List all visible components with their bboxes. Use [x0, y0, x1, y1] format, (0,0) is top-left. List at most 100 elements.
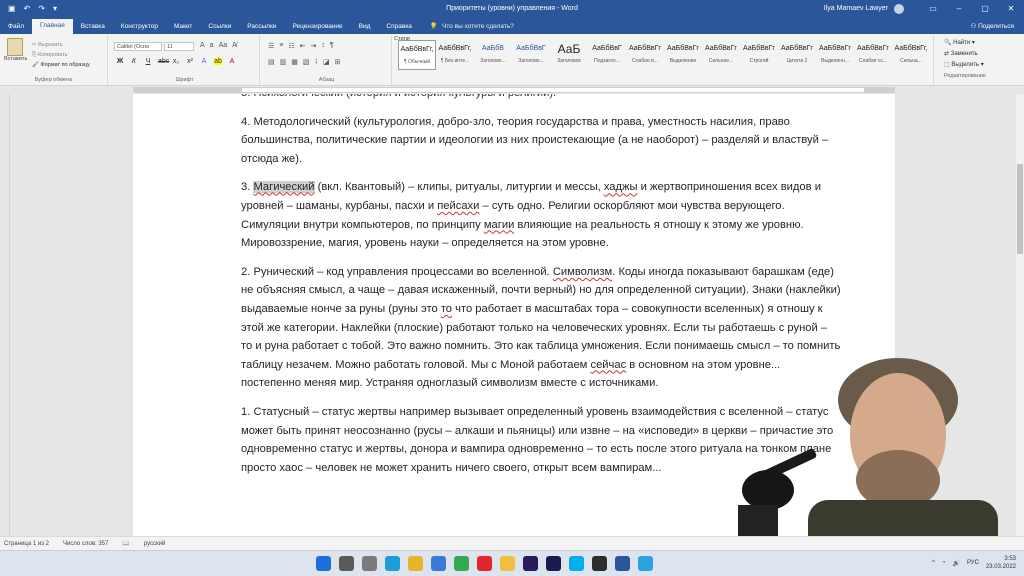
ribbon-display-icon[interactable]: ▭: [920, 4, 946, 13]
telegram-icon[interactable]: [638, 556, 653, 571]
undo-icon[interactable]: ↶: [24, 4, 31, 13]
align-left-icon[interactable]: ▤: [268, 58, 275, 66]
align-right-icon[interactable]: ▦: [291, 58, 298, 66]
page-count[interactable]: Страница 1 из 2: [4, 541, 49, 547]
save-icon[interactable]: ▣: [8, 4, 16, 13]
tab-mailings[interactable]: Рассылки: [239, 23, 284, 34]
style-7[interactable]: АаБбВвГг Выделение: [664, 40, 702, 70]
style-13[interactable]: АаБбВвГг, Сильна...: [892, 40, 930, 70]
opera-icon[interactable]: [477, 556, 492, 571]
style-6[interactable]: АаБбВвГг Слабое в...: [626, 40, 664, 70]
minimize-icon[interactable]: –: [946, 4, 972, 13]
style-4[interactable]: АаБ Заголовок: [550, 40, 588, 70]
tab-design[interactable]: Конструктор: [113, 23, 166, 34]
style-11[interactable]: АаБбВвГг Выделенн...: [816, 40, 854, 70]
tab-references[interactable]: Ссылки: [200, 23, 239, 34]
vertical-ruler[interactable]: [0, 94, 10, 536]
multilevel-list-icon[interactable]: ☷: [288, 42, 294, 50]
language[interactable]: русский: [144, 541, 166, 547]
media-encoder-icon[interactable]: [546, 556, 561, 571]
style-8[interactable]: АаБбВвГг Сильное...: [702, 40, 740, 70]
share-button[interactable]: ⚇ Поделиться: [970, 22, 1014, 30]
tell-me-search[interactable]: 💡 Что вы хотите сделать?: [420, 22, 514, 34]
underline-icon[interactable]: Ч: [144, 58, 152, 65]
line-spacing-icon[interactable]: ↨: [315, 58, 319, 66]
horizontal-ruler[interactable]: [0, 86, 1024, 94]
chrome-icon[interactable]: [454, 556, 469, 571]
borders-icon[interactable]: ⊞: [335, 58, 341, 66]
proofing-icon[interactable]: 📖: [122, 540, 129, 547]
tab-review[interactable]: Рецензирование: [284, 23, 350, 34]
font-color-icon[interactable]: A: [228, 58, 236, 65]
edge-icon[interactable]: [385, 556, 400, 571]
select-button[interactable]: ⬚ Выделить ▾: [944, 60, 986, 71]
tab-home[interactable]: Главная: [31, 19, 73, 34]
replace-button[interactable]: ⇄ Заменить: [944, 49, 986, 60]
pilcrow-icon[interactable]: ¶: [330, 42, 334, 50]
camera-icon[interactable]: [431, 556, 446, 571]
maximize-icon[interactable]: ▢: [972, 4, 998, 13]
change-case-icon[interactable]: Aa: [219, 42, 228, 49]
chevron-up-icon[interactable]: ^: [932, 560, 935, 566]
bullets-icon[interactable]: ☰: [268, 42, 274, 50]
scrollbar-thumb[interactable]: [1017, 164, 1023, 254]
tab-layout[interactable]: Макет: [166, 23, 200, 34]
subscript-icon[interactable]: x₂: [172, 58, 180, 65]
shading-icon[interactable]: ◪: [323, 58, 330, 66]
style-1[interactable]: АаБбВвГг, ¶ Без инте...: [436, 40, 474, 70]
highlight-icon[interactable]: ab: [214, 58, 222, 65]
find-button[interactable]: 🔍 Найти ▾: [944, 38, 986, 49]
wifi-icon[interactable]: ◔: [942, 560, 946, 566]
paste-button[interactable]: Вставить: [4, 38, 27, 62]
task-view-icon[interactable]: [362, 556, 377, 571]
word-icon[interactable]: [615, 556, 630, 571]
font-size-select[interactable]: 11: [164, 42, 194, 51]
justify-icon[interactable]: ▧: [303, 58, 310, 66]
style-5[interactable]: АаБбВвГ Подзагол...: [588, 40, 626, 70]
align-center-icon[interactable]: ▥: [280, 58, 287, 66]
superscript-icon[interactable]: x²: [186, 58, 194, 65]
sort-icon[interactable]: ↕: [321, 42, 325, 50]
dropdown-icon[interactable]: ▾: [53, 4, 57, 13]
numbering-icon[interactable]: ≡: [279, 42, 283, 50]
redo-icon[interactable]: ↷: [38, 4, 45, 13]
style-2[interactable]: АаБбВ Заголово...: [474, 40, 512, 70]
clear-format-icon[interactable]: A̸: [232, 42, 237, 49]
explorer-icon[interactable]: [408, 556, 423, 571]
grow-font-icon[interactable]: A: [200, 42, 205, 49]
word-count[interactable]: Число слов: 357: [63, 541, 108, 547]
cut-button[interactable]: ✂ Вырезать: [32, 40, 90, 50]
premiere-icon[interactable]: [523, 556, 538, 571]
close-icon[interactable]: ✕: [998, 4, 1024, 13]
copy-button[interactable]: ⎘ Копировать: [32, 50, 90, 60]
tab-view[interactable]: Вид: [351, 23, 379, 34]
user-account[interactable]: Ilya Mamaev Lawyer: [824, 3, 904, 14]
font-name-select[interactable]: Calibri (Осно: [114, 42, 162, 51]
italic-icon[interactable]: К: [130, 58, 138, 65]
style-12[interactable]: АаБбВвГг Слабая сс...: [854, 40, 892, 70]
increase-indent-icon[interactable]: ⇥: [311, 42, 317, 50]
tab-insert[interactable]: Вставка: [73, 23, 113, 34]
folder-icon[interactable]: [500, 556, 515, 571]
style-9[interactable]: АаБбВвГг Строгий: [740, 40, 778, 70]
style-10[interactable]: АаБбВвГг Цитата 2: [778, 40, 816, 70]
vertical-scrollbar[interactable]: [1016, 94, 1024, 536]
avatar[interactable]: [894, 3, 904, 14]
terminal-icon[interactable]: [592, 556, 607, 571]
tab-file[interactable]: Файл: [0, 23, 32, 34]
style-0[interactable]: АаБбВвГг, ¶ Обычный: [398, 40, 436, 70]
strikethrough-icon[interactable]: abc: [158, 58, 169, 65]
skype-icon[interactable]: [569, 556, 584, 571]
bold-icon[interactable]: Ж: [116, 58, 124, 65]
volume-icon[interactable]: 🔊: [952, 560, 959, 567]
decrease-indent-icon[interactable]: ⇤: [300, 42, 306, 50]
windows-start-icon[interactable]: [316, 556, 331, 571]
search-icon[interactable]: [339, 556, 354, 571]
style-3[interactable]: АаБбВвГ Заголово...: [512, 40, 550, 70]
clock[interactable]: 3:53 23.03.2022: [986, 555, 1016, 571]
input-language[interactable]: РУС: [967, 560, 979, 566]
format-painter-button[interactable]: 🖌 Формат по образцу: [32, 60, 90, 70]
text-effects-icon[interactable]: A: [200, 58, 208, 65]
tab-help[interactable]: Справка: [378, 23, 420, 34]
shrink-font-icon[interactable]: a: [210, 42, 214, 49]
